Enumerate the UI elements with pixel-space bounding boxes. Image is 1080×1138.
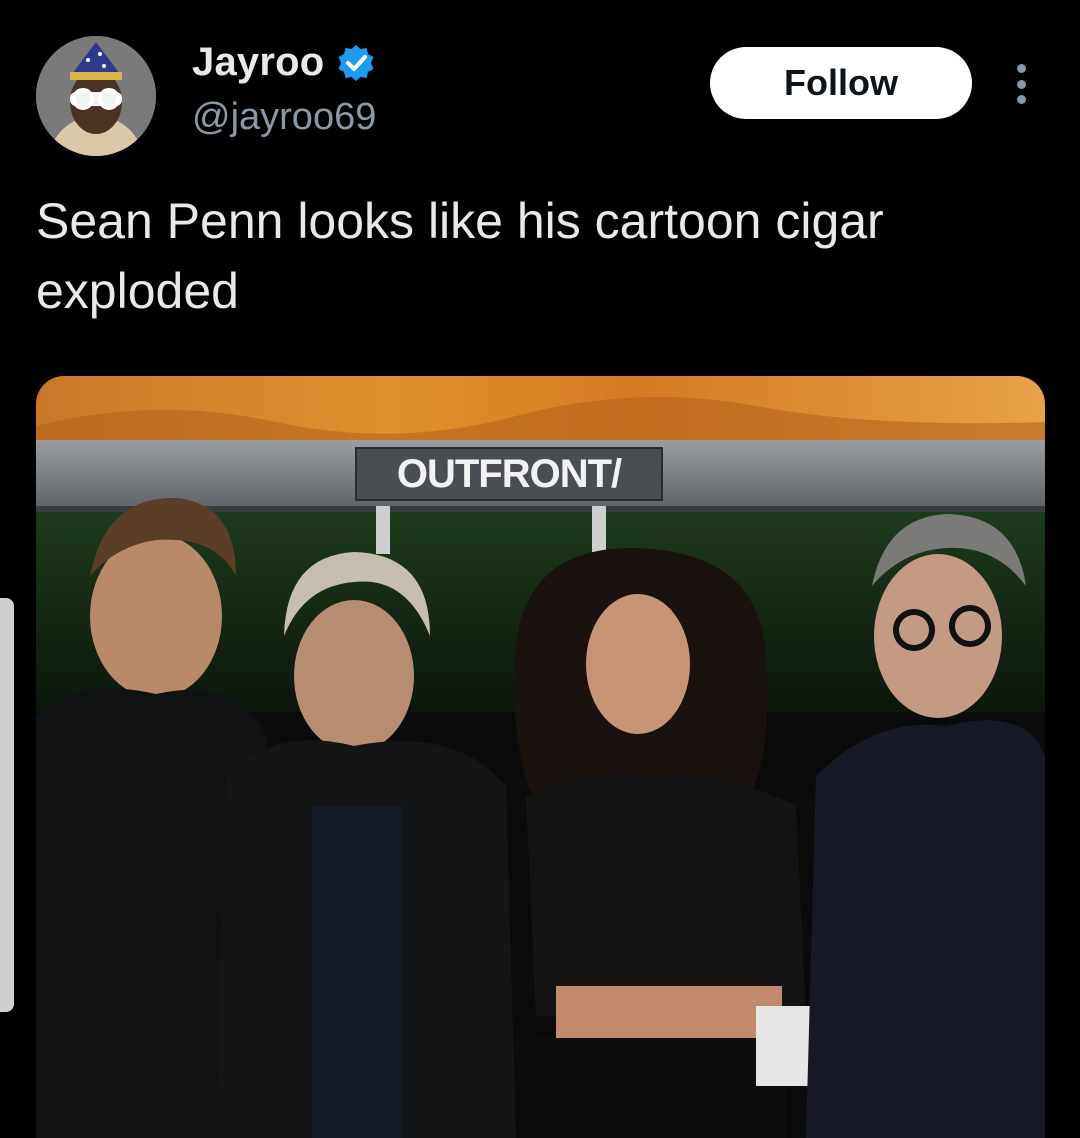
tweet-photo[interactable]: OUTFRONT/	[36, 376, 1045, 1138]
profile-avatar-icon	[36, 36, 156, 156]
profile-avatar[interactable]	[36, 36, 156, 156]
billboard-sign-text: OUTFRONT/	[396, 451, 622, 496]
tweet-text: Sean Penn looks like his cartoon cigar e…	[36, 193, 884, 319]
more-options-icon[interactable]	[1004, 60, 1038, 108]
author-display-name[interactable]: Jayroo	[192, 40, 324, 85]
scrollbar-handle[interactable]	[0, 598, 14, 1012]
follow-button[interactable]: Follow	[710, 47, 972, 119]
tweet-view: Jayroo @jayroo69 Follow Sean Penn looks …	[0, 0, 1080, 1138]
verified-badge-icon	[336, 43, 376, 83]
author-name-row: Jayroo	[192, 40, 376, 85]
author-handle[interactable]: @jayroo69	[192, 96, 376, 139]
